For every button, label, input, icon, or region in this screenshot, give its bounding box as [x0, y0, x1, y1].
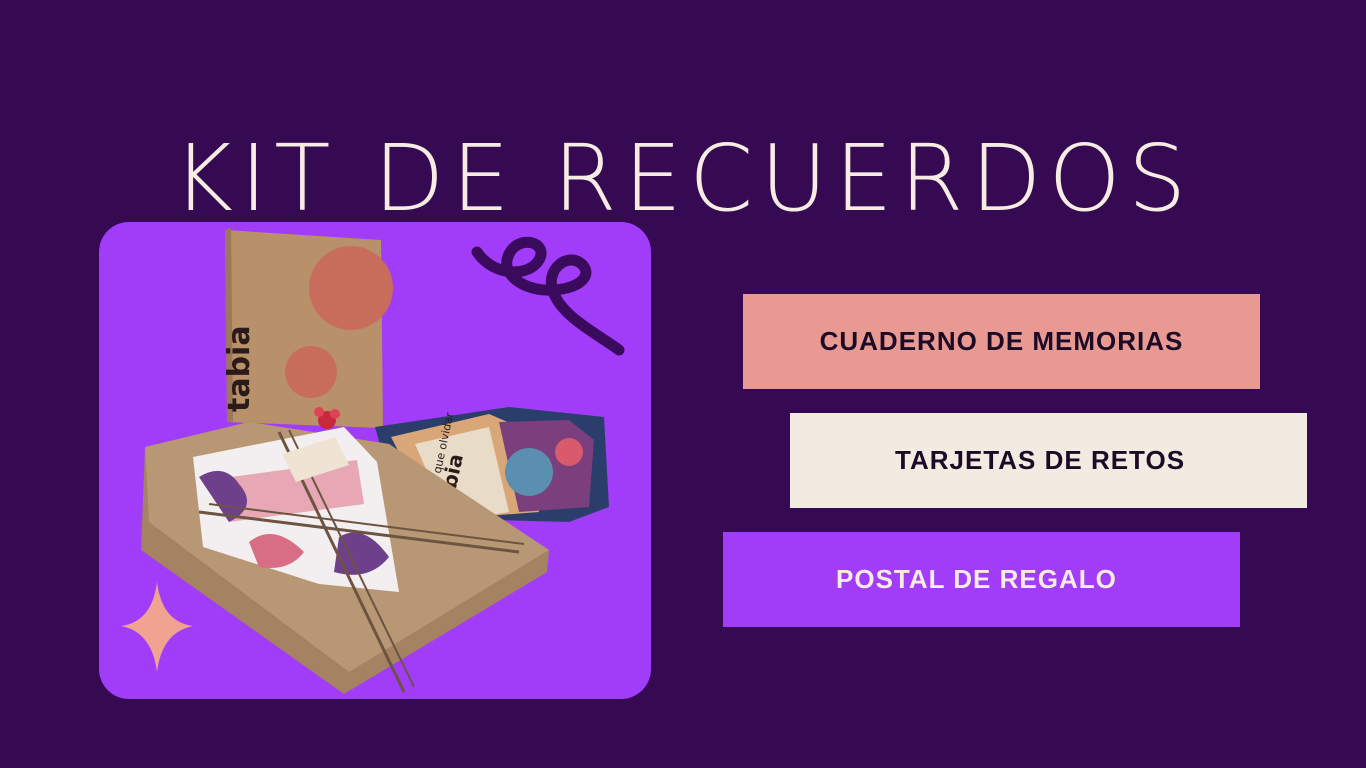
item-tarjetas: TARJETAS DE RETOS	[790, 413, 1307, 508]
item-postal: POSTAL DE REGALO	[723, 532, 1240, 627]
squiggle-icon	[471, 236, 625, 356]
product-photo-card: tabia tabia mas que olvidar	[99, 222, 651, 699]
notebook-brand-text: tabia	[222, 325, 257, 412]
item-cuaderno: CUADERNO DE MEMORIAS	[743, 294, 1260, 389]
product-photo: tabia tabia mas que olvidar	[121, 228, 625, 694]
sparkle-icon	[121, 582, 193, 672]
notebook-image: tabia	[222, 228, 393, 428]
page-title: KIT DE RECUERDOS	[172, 124, 1194, 232]
